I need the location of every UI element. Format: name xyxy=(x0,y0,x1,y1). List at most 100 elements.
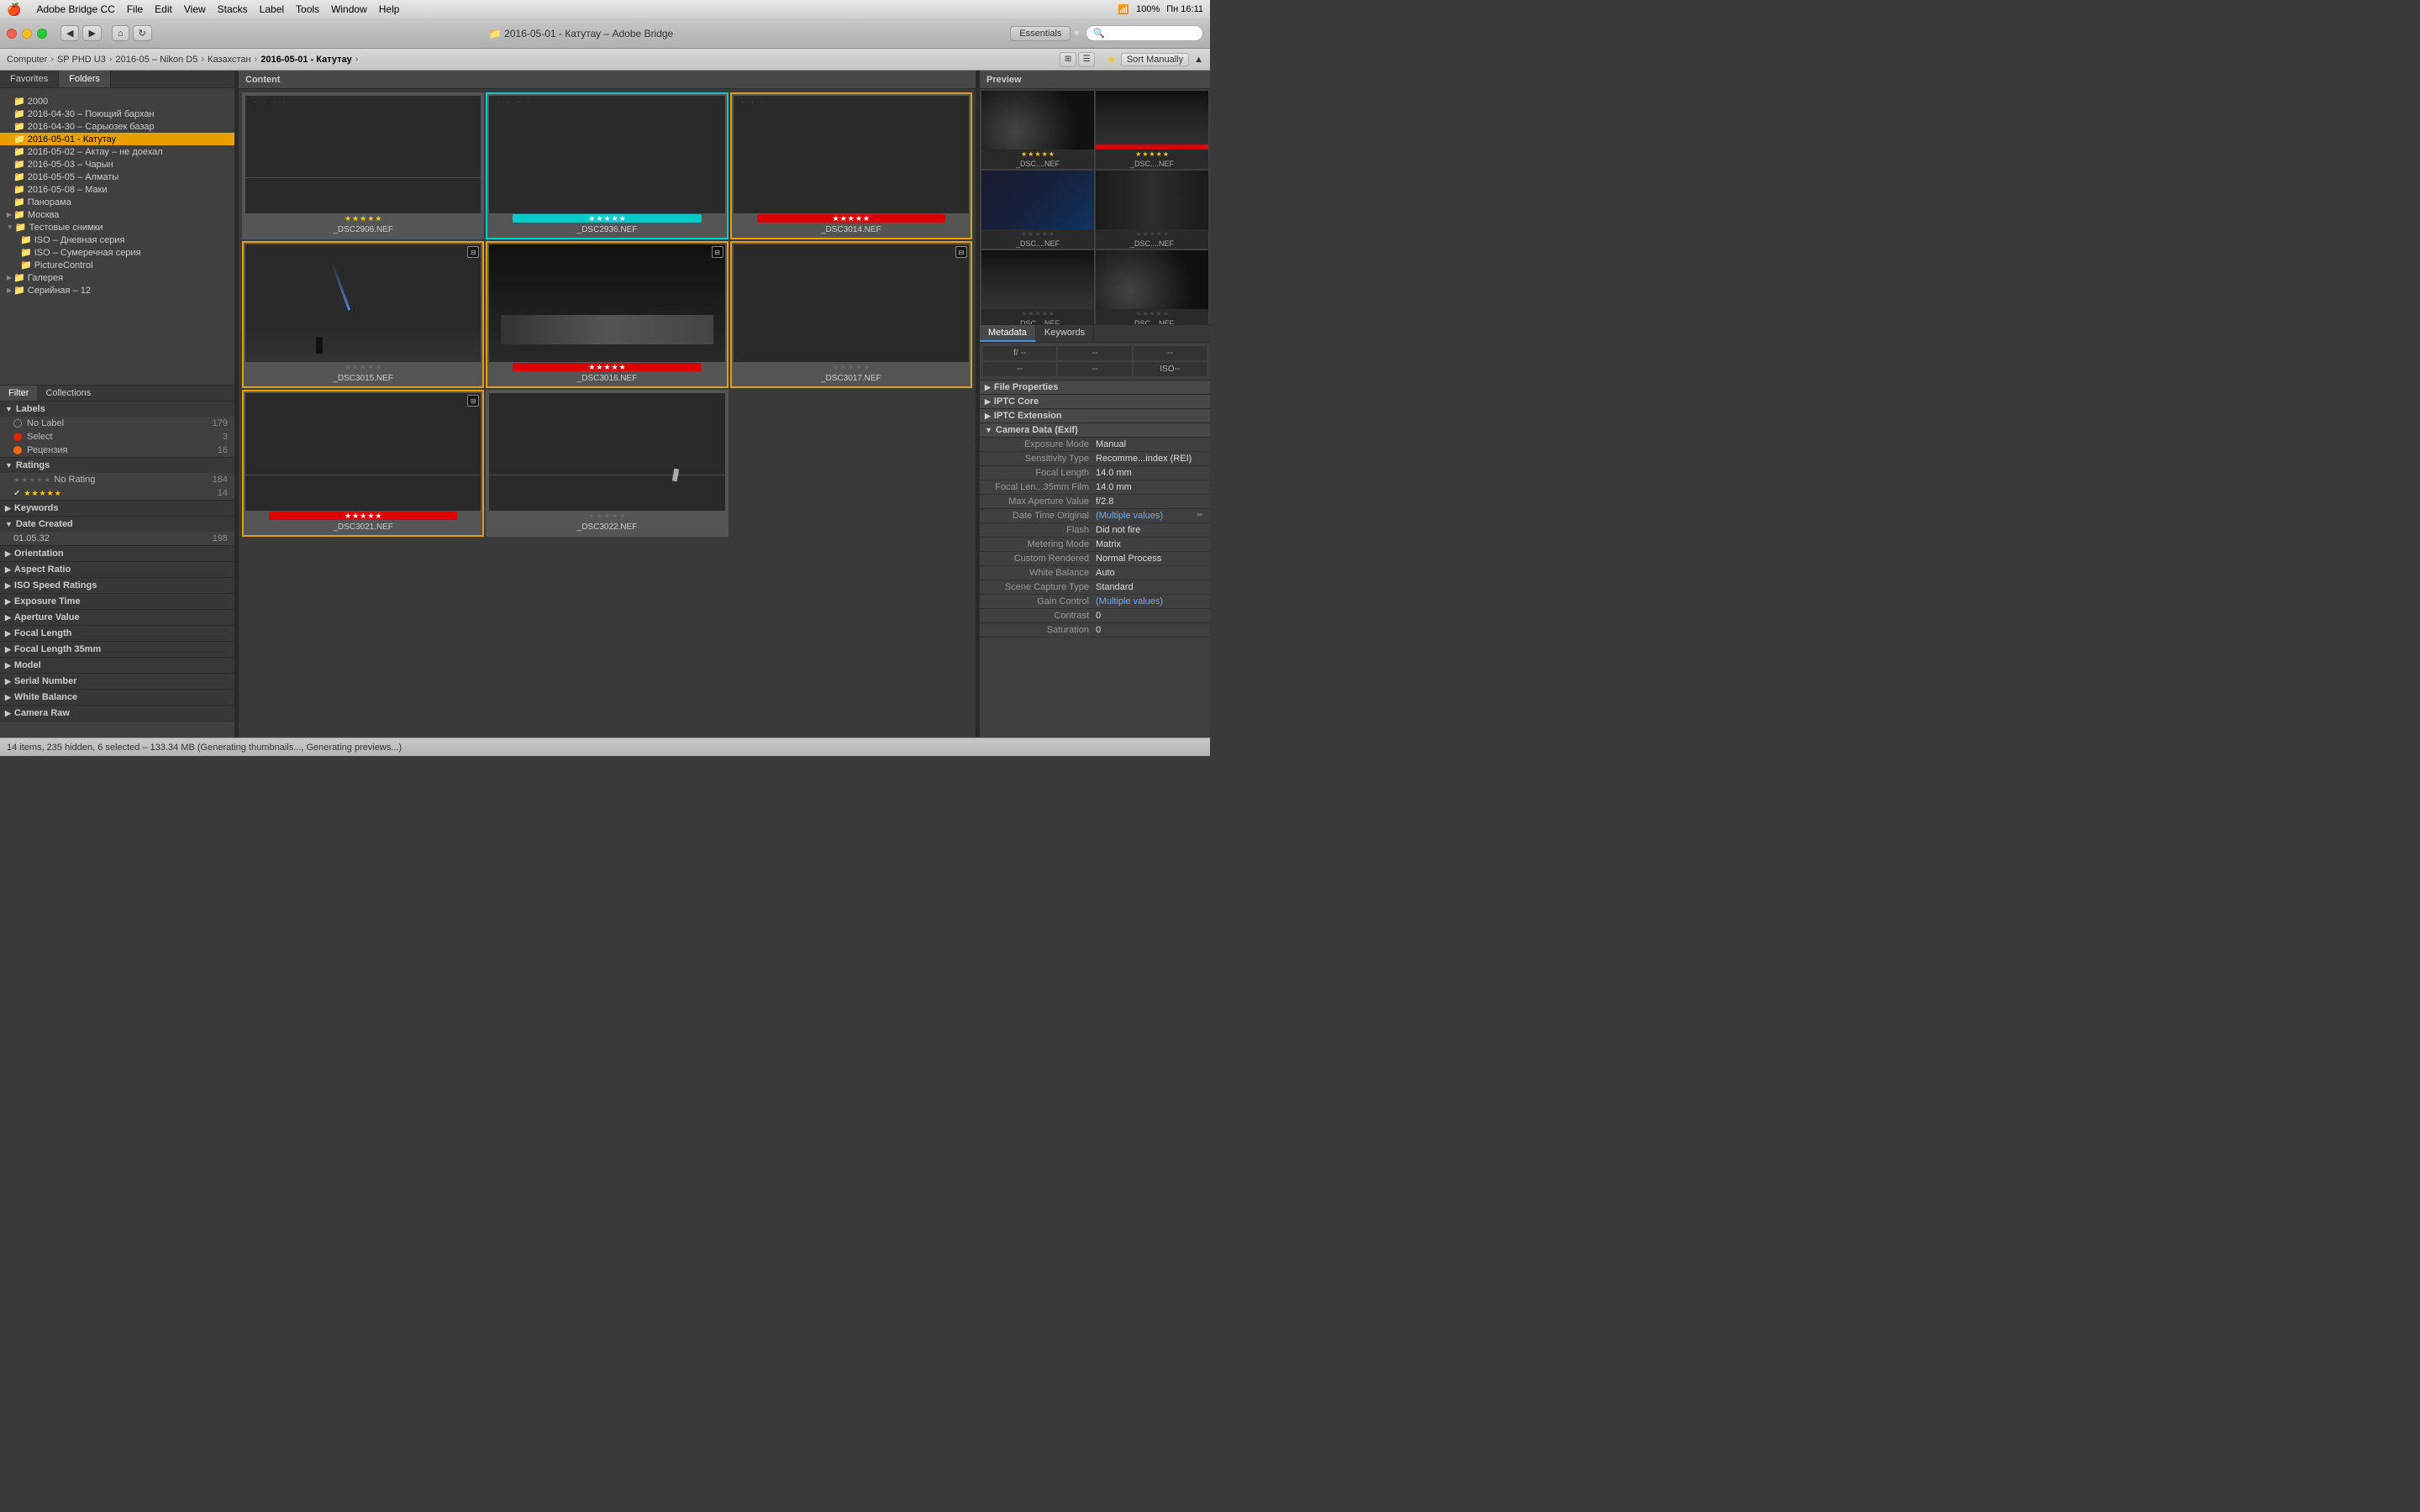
filter-labels-header[interactable]: ▼ Labels xyxy=(0,402,234,417)
iptc-extension-header[interactable]: ▶ IPTC Extension xyxy=(980,409,1210,423)
back-button[interactable]: ◀ xyxy=(60,25,79,41)
tab-favorites[interactable]: Favorites xyxy=(0,71,59,87)
close-button[interactable] xyxy=(7,29,17,39)
filter-orientation-header[interactable]: ▶ Orientation xyxy=(0,546,234,561)
thumb-dsc3016[interactable]: ⊟ ★★★★★ _DSC3016.NEF xyxy=(486,241,728,388)
tree-item-aktau[interactable]: 📁 2016-05-02 – Актау – не доехал xyxy=(0,145,234,158)
iptc-core-header[interactable]: ▶ IPTC Core xyxy=(980,395,1210,409)
view-grid[interactable]: ⊞ xyxy=(1060,52,1076,67)
thumb-dsc2936[interactable]: · · · · ★★★★★ _DSC2936.NEF xyxy=(486,92,728,239)
thumb-dsc3015[interactable]: ⊟ ★★★★★ _DSC3015.NEF xyxy=(242,241,484,388)
thumb-dsc2906[interactable]: · · · · ★★★★★ _DSC2906.NEF xyxy=(242,92,484,239)
filter-date-header[interactable]: ▼ Date Created xyxy=(0,517,234,532)
filter-ratings-header[interactable]: ▼ Ratings xyxy=(0,458,234,473)
view-list[interactable]: ☰ xyxy=(1078,52,1095,67)
menu-tools[interactable]: Tools xyxy=(296,3,319,15)
camera-data-header[interactable]: ▼ Camera Data (Exif) xyxy=(980,423,1210,438)
tree-item-iso-day[interactable]: 📁 ISO – Дневная серия xyxy=(0,234,234,246)
tree-item-gallery[interactable]: ▶ 📁 Галерея xyxy=(0,271,234,284)
filter-recenziya[interactable]: Рецензия 16 xyxy=(0,444,234,457)
menu-file[interactable]: File xyxy=(127,3,143,15)
filter-no-label[interactable]: No Label 179 xyxy=(0,417,234,430)
tree-item-apr30-1[interactable]: 📁 2016-04-30 – Поющий бархан xyxy=(0,108,234,120)
filter-wb-header[interactable]: ▶ White Balance xyxy=(0,690,234,705)
forward-button[interactable]: ▶ xyxy=(82,25,101,41)
preview-cell-4[interactable]: ★★★★★ _DSC....NEF xyxy=(1096,171,1208,249)
tree-item-moscow[interactable]: ▶ 📁 Москва xyxy=(0,208,234,221)
preview-cell-6[interactable]: ★★★★★ _DSC....NEF xyxy=(1096,250,1208,324)
filter-iso-header[interactable]: ▶ ISO Speed Ratings xyxy=(0,578,234,593)
sort-button[interactable]: Sort Manually xyxy=(1121,53,1189,66)
thumb-dsc3017[interactable]: ⊟ ★★★★★ _DSC3017.NEF xyxy=(730,241,972,388)
menu-edit[interactable]: Edit xyxy=(155,3,172,15)
preview-cell-2[interactable]: ★★★★★ _DSC....NEF xyxy=(1096,91,1208,169)
sort-direction-icon[interactable]: ▲ xyxy=(1194,55,1203,65)
menu-window[interactable]: Window xyxy=(331,3,367,15)
label-exposure-mode: Exposure Mode xyxy=(986,439,1096,449)
filter-model-header[interactable]: ▶ Model xyxy=(0,658,234,673)
menu-help[interactable]: Help xyxy=(379,3,400,15)
value-gain-control[interactable]: (Multiple values) xyxy=(1096,596,1203,606)
filter-aperture-header[interactable]: ▶ Aperture Value xyxy=(0,610,234,625)
filter-aspect-header[interactable]: ▶ Aspect Ratio xyxy=(0,562,234,577)
tree-item-katutau[interactable]: 📁 2016-05-01 - Катутау xyxy=(0,133,234,145)
thumb-dsc3022[interactable]: ★★★★★ _DSC3022.NEF xyxy=(486,390,728,537)
maximize-button[interactable] xyxy=(37,29,47,39)
menu-view[interactable]: View xyxy=(184,3,206,15)
minimize-button[interactable] xyxy=(22,29,32,39)
tree-item-apr30-2[interactable]: 📁 2016-04-30 – Сарыозек базар xyxy=(0,120,234,133)
tree-item-serial[interactable]: ▶ 📁 Серийная – 12 xyxy=(0,284,234,297)
chevron-down-icon[interactable]: ▾ xyxy=(1074,28,1079,39)
tree-item-almaty[interactable]: 📁 2016-05-05 – Алматы xyxy=(0,171,234,183)
filter-tab-filter[interactable]: Filter xyxy=(0,386,37,401)
filter-date-value[interactable]: 01.05.32 198 xyxy=(0,532,234,545)
apple-menu[interactable]: 🍎 xyxy=(7,3,21,17)
filter-focal-header[interactable]: ▶ Focal Length xyxy=(0,626,234,641)
breadcrumb-computer[interactable]: Computer xyxy=(7,55,47,65)
preview-cell-1[interactable]: ★★★★★ _DSC....NEF xyxy=(981,91,1094,169)
tree-item-picture-control[interactable]: 📁 PictureControl xyxy=(0,259,234,271)
tree-item-panorama[interactable]: 📁 Панорама xyxy=(0,196,234,208)
filter-serial-header[interactable]: ▶ Serial Number xyxy=(0,674,234,689)
preview-cell-3[interactable]: ★★★★★ _DSC....NEF xyxy=(981,171,1094,249)
filter-cameraraw-header[interactable]: ▶ Camera Raw xyxy=(0,706,234,721)
folder-tree[interactable]: 📁 2000 📁 2016-04-30 – Поющий бархан 📁 20… xyxy=(0,88,234,385)
filter-exposure-header[interactable]: ▶ Exposure Time xyxy=(0,594,234,609)
nav-home[interactable]: ⌂ xyxy=(112,25,129,41)
menu-adobe-bridge[interactable]: Adobe Bridge CC xyxy=(36,3,114,15)
search-input[interactable] xyxy=(1105,29,1196,39)
tree-item-maki[interactable]: 📁 2016-05-08 – Маки xyxy=(0,183,234,196)
filter-five-stars[interactable]: ✓ ★★★★★ 14 xyxy=(0,486,234,500)
essentials-button[interactable]: Essentials xyxy=(1010,26,1071,41)
window-controls[interactable] xyxy=(7,29,47,39)
breadcrumb-nikon[interactable]: 2016-05 – Nikon D5 xyxy=(116,55,198,65)
filter-tab-collections[interactable]: Collections xyxy=(37,386,99,401)
thumb-dsc3021[interactable]: ⊟ ★★★★★ _DSC3021.NEF xyxy=(242,390,484,537)
filter-focal35-header[interactable]: ▶ Focal Length 35mm xyxy=(0,642,234,657)
menu-label[interactable]: Label xyxy=(260,3,284,15)
value-datetime[interactable]: (Multiple values) xyxy=(1096,511,1195,521)
edit-icon[interactable]: ✏ xyxy=(1197,511,1203,521)
tree-item-2000[interactable]: 📁 2000 xyxy=(0,95,234,108)
breadcrumb-sphd[interactable]: SP PHD U3 xyxy=(57,55,106,65)
menu-stacks[interactable]: Stacks xyxy=(218,3,248,15)
five-stars-count: 14 xyxy=(218,488,228,498)
thumb-dsc3014[interactable]: · · · ★★★★★ _DSC3014.NEF xyxy=(730,92,972,239)
tab-metadata[interactable]: Metadata xyxy=(980,325,1036,342)
tab-keywords[interactable]: Keywords xyxy=(1036,325,1094,342)
filter-keywords-header[interactable]: ▶ Keywords xyxy=(0,501,234,516)
tree-item-iso-eve[interactable]: 📁 ISO – Сумеречная серия xyxy=(0,246,234,259)
filter-no-rating[interactable]: ★★★★★ No Rating 184 xyxy=(0,473,234,486)
file-properties-header[interactable]: ▶ File Properties xyxy=(980,381,1210,395)
nav-refresh[interactable]: ↻ xyxy=(133,25,152,41)
search-box[interactable]: 🔍 xyxy=(1086,25,1203,41)
preview-cell-5[interactable]: ★★★★★ _DSC....NEF xyxy=(981,250,1094,324)
filter-select[interactable]: Select 3 xyxy=(0,430,234,444)
breadcrumb-active[interactable]: 2016-05-01 - Катутау xyxy=(260,55,352,65)
breadcrumb-kaz[interactable]: Казахстан xyxy=(208,55,251,65)
tab-folders[interactable]: Folders xyxy=(59,71,111,87)
tree-item-test[interactable]: ▼ 📁 Тестовые снимки xyxy=(0,221,234,234)
star-filter-icon[interactable]: ★ xyxy=(1107,54,1116,66)
view-toggle[interactable]: ⊞ ☰ xyxy=(1060,52,1095,67)
tree-item-charyn[interactable]: 📁 2016-05-03 – Чарын xyxy=(0,158,234,171)
